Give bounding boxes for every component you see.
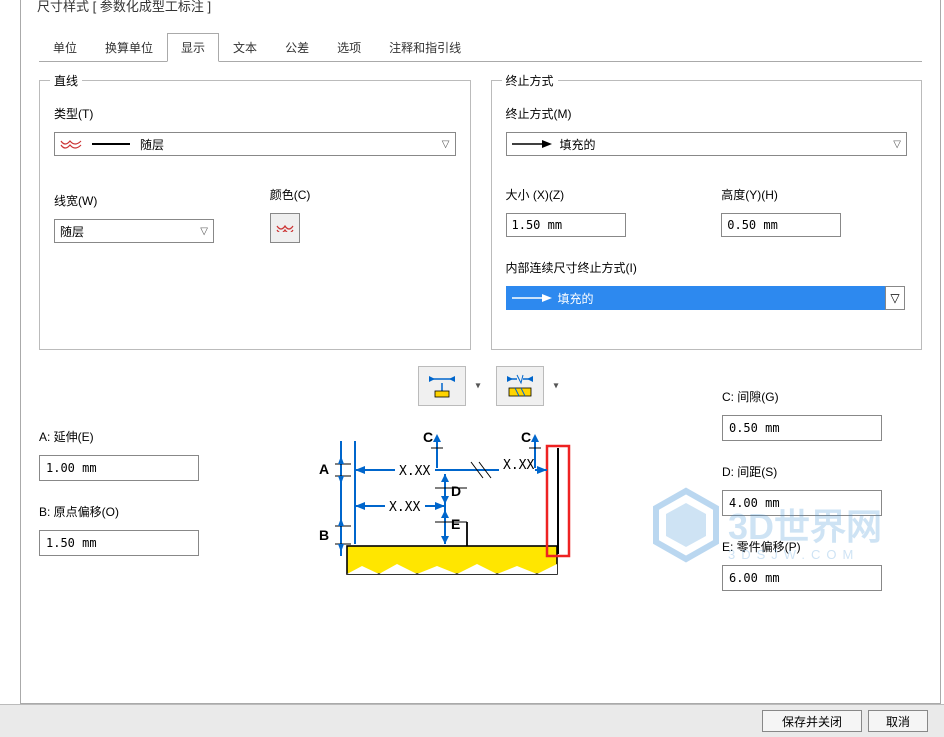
chevron-down-icon[interactable]: ▽ [885, 286, 905, 310]
dimension-diagram: A B X.XX X.XX [307, 426, 587, 586]
type-select[interactable]: 随层 ▽ [54, 132, 456, 156]
group-termination: 终止方式 终止方式(M) 填充的 ▽ 大小 (X)(Z) [491, 80, 923, 350]
color-button[interactable] [270, 213, 300, 243]
linewidth-label: 线宽(W) [54, 192, 240, 209]
tab-unit[interactable]: 单位 [39, 33, 91, 62]
label-b: B [319, 527, 329, 543]
param-d-input[interactable] [722, 490, 882, 516]
chevron-down-icon: ▾ [553, 381, 558, 392]
cancel-button[interactable]: 取消 [868, 710, 928, 732]
param-d-label: D: 间距(S) [722, 463, 922, 480]
dim-mode-button-1[interactable]: ▾ [418, 366, 466, 406]
termination-value: 填充的 [560, 136, 596, 153]
svg-text:X.XX: X.XX [399, 464, 430, 479]
termination-select[interactable]: 填充的 ▽ [506, 132, 908, 156]
solid-line-icon [92, 143, 130, 145]
param-a-label: A: 延伸(E) [39, 428, 229, 445]
group-line: 直线 类型(T) 随层 ▽ 线宽(W) [39, 80, 471, 350]
inner-termination-select[interactable]: 填充的 [506, 286, 886, 310]
dialog-title: 尺寸样式 [ 参数化成型工标注 ] [21, 0, 940, 15]
group-termination-legend: 终止方式 [502, 72, 558, 89]
tab-annotation[interactable]: 注释和指引线 [375, 33, 475, 62]
linewidth-select[interactable]: 随层 ▽ [54, 219, 214, 243]
dim-mode-icon-1 [427, 373, 457, 399]
param-c-input[interactable] [722, 415, 882, 441]
dimension-diagram-svg: A B X.XX X.XX [307, 426, 587, 586]
tab-options[interactable]: 选项 [323, 33, 375, 62]
inner-termination-value: 填充的 [558, 290, 594, 307]
type-label: 类型(T) [54, 105, 456, 122]
height-label: 高度(Y)(H) [721, 186, 907, 203]
label-d: D [451, 483, 461, 499]
param-c-label: C: 间隙(G) [722, 388, 922, 405]
label-c2: C [521, 429, 531, 445]
tab-convert-unit[interactable]: 换算单位 [91, 33, 167, 62]
chevron-down-icon: ▽ [442, 139, 450, 150]
param-b-input[interactable] [39, 530, 199, 556]
chevron-down-icon: ▽ [893, 139, 901, 150]
tab-bar: 单位 换算单位 显示 文本 公差 选项 注释和指引线 [21, 15, 940, 62]
param-e-input[interactable] [722, 565, 882, 591]
size-input[interactable] [506, 213, 626, 237]
color-label: 颜色(C) [270, 186, 456, 203]
dim-mode-button-2[interactable]: ▾ [496, 366, 544, 406]
param-a-input[interactable] [39, 455, 199, 481]
label-a: A [319, 461, 329, 477]
param-e-label: E: 零件偏移(P) [722, 538, 922, 555]
termination-label: 终止方式(M) [506, 105, 908, 122]
label-c1: C [423, 429, 433, 445]
label-e: E [451, 516, 460, 532]
tab-text[interactable]: 文本 [219, 33, 271, 62]
arrow-right-icon [512, 293, 552, 303]
color-swatch-icon [276, 224, 294, 232]
tab-tolerance[interactable]: 公差 [271, 33, 323, 62]
height-input[interactable] [721, 213, 841, 237]
group-line-legend: 直线 [50, 72, 82, 89]
type-value: 随层 [140, 136, 164, 153]
arrow-right-icon [512, 139, 552, 149]
size-label: 大小 (X)(Z) [506, 186, 692, 203]
chevron-down-icon: ▽ [200, 226, 208, 237]
inner-termination-label: 内部连续尺寸终止方式(I) [506, 259, 908, 276]
layer-line-icon [60, 139, 82, 149]
tab-display[interactable]: 显示 [167, 33, 219, 62]
linewidth-value: 随层 [60, 223, 84, 240]
dialog-footer: 保存并关闭 取消 [0, 704, 944, 737]
param-b-label: B: 原点偏移(O) [39, 503, 229, 520]
dim-mode-icon-2 [505, 373, 535, 399]
chevron-down-icon: ▾ [475, 381, 480, 392]
svg-text:X.XX: X.XX [389, 500, 420, 515]
save-close-button[interactable]: 保存并关闭 [762, 710, 862, 732]
svg-text:X.XX: X.XX [503, 458, 534, 473]
